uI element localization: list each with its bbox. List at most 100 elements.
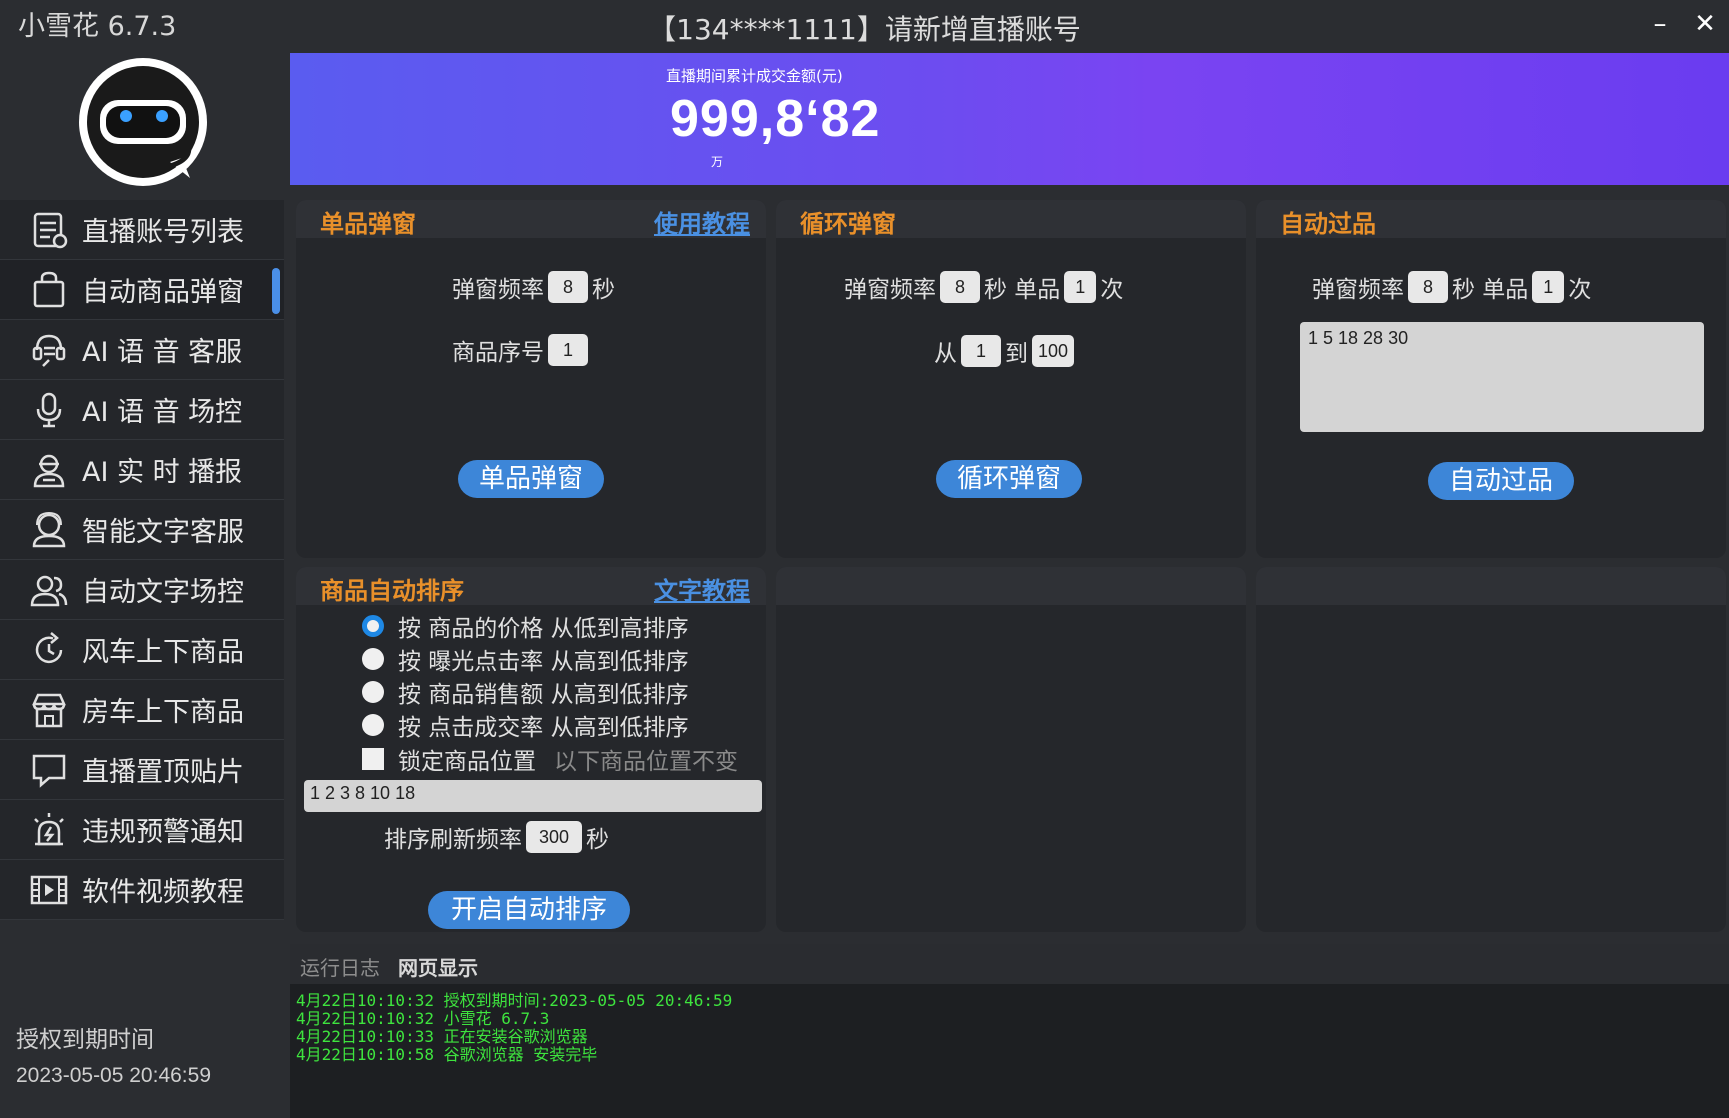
count-input[interactable]: 1 [1532,271,1565,303]
radio-button[interactable] [362,615,384,637]
freq-row: 弹窗频率 8 秒 [452,270,615,304]
minimize-button[interactable]: – [1640,6,1680,42]
sidebar-item-label: AI 实 时 播报 [82,457,243,488]
sort-option-conversion[interactable]: 按 点击成交率 从高到低排序 [362,708,689,742]
sec-label: 秒 [586,827,609,853]
shopping-bag-icon [28,269,70,311]
option-label: 按 商品销售额 从高到低排序 [398,682,689,708]
text-tutorial-link[interactable]: 文字教程 [654,571,750,606]
sidebar-item-label: 自动文字场控 [82,577,244,608]
to-label: 到 [1005,341,1028,367]
option-label: 按 商品的价格 从低到高排序 [398,616,689,642]
log-line: 4月22日10:10:33 正在安装谷歌浏览器 [296,1027,588,1046]
to-input[interactable]: 100 [1032,335,1074,367]
video-icon [28,869,70,911]
product-list-input[interactable]: 1 5 18 28 30 [1300,322,1704,432]
sec-single-label: 秒 单品 [984,277,1061,303]
sidebar-item-ai-voice-control[interactable]: AI 语 音 场控 [0,380,284,440]
sidebar-item-text-control[interactable]: 自动文字场控 [0,560,284,620]
checkbox[interactable] [362,748,384,770]
tutorial-link[interactable]: 使用教程 [654,204,750,239]
radio-button[interactable] [362,648,384,670]
active-indicator [272,268,280,314]
empty-panel-right [1256,567,1726,932]
lock-label: 锁定商品位置 [398,749,536,775]
freq-label: 弹窗频率 [844,277,936,303]
range-row: 从 1 到 100 [934,334,1078,368]
freq-input[interactable]: 8 [548,271,588,303]
sidebar-item-ai-broadcast[interactable]: AI 实 时 播报 [0,440,284,500]
lock-hint: 以下商品位置不变 [554,749,738,775]
comment-icon [28,749,70,791]
sort-option-sales[interactable]: 按 商品销售额 从高到低排序 [362,675,689,709]
empty-panel-middle [776,567,1246,932]
panel-header: 商品自动排序 文字教程 [296,567,766,605]
index-input[interactable]: 1 [548,334,588,366]
times-label: 次 [1568,277,1592,303]
panel-title: 商品自动排序 [320,577,464,605]
log-line: 4月22日10:10:32 小雪花 6.7.3 [296,1009,550,1028]
log-panel: 运行日志 网页显示 4月22日10:10:32 授权到期时间:2023-05-0… [290,944,1729,1118]
banner-caption: 直播期间累计成交金额(元) [666,67,843,85]
sidebar-item-text-service[interactable]: 智能文字客服 [0,500,284,560]
list-icon [28,209,70,251]
freq-label: 弹窗频率 [452,277,544,303]
sidebar-item-auto-popup[interactable]: 自动商品弹窗 [0,260,284,320]
sidebar-item-ai-voice-service[interactable]: AI 语 音 客服 [0,320,284,380]
auto-pass-panel: 自动过品 弹窗频率 8 秒 单品 1 次 1 5 18 28 30 自动过品 [1256,200,1726,558]
freq-input[interactable]: 8 [940,271,980,303]
auto-sort-panel: 商品自动排序 文字教程 按 商品的价格 从低到高排序 按 曝光点击率 从高到低排… [296,567,766,932]
sidebar-item-label: 自动商品弹窗 [82,277,244,308]
sidebar-item-label: 风车上下商品 [82,637,244,668]
radio-button[interactable] [362,681,384,703]
tab-run-log[interactable]: 运行日志 [300,952,380,981]
sec-label: 秒 [592,277,615,303]
sidebar-item-label: AI 语 音 客服 [82,337,243,368]
freq-label: 弹窗频率 [1312,277,1404,303]
sidebar-nav: 直播账号列表 自动商品弹窗 AI 语 音 客服 AI 语 音 场控 AI 实 时… [0,200,284,920]
sidebar-item-rv-goods[interactable]: 房车上下商品 [0,680,284,740]
refresh-input[interactable]: 300 [526,821,582,853]
loop-popup-button[interactable]: 循环弹窗 [936,460,1082,498]
sidebar-item-label: 房车上下商品 [82,697,244,728]
panel-header: 单品弹窗 使用教程 [296,200,766,238]
close-button[interactable]: ✕ [1685,6,1725,42]
lock-position-option[interactable]: 锁定商品位置 以下商品位置不变 [362,742,738,776]
sec-single-label: 秒 单品 [1452,277,1529,303]
start-auto-sort-button[interactable]: 开启自动排序 [428,891,630,929]
sidebar: 直播账号列表 自动商品弹窗 AI 语 音 客服 AI 语 音 场控 AI 实 时… [0,50,284,1118]
auto-pass-button[interactable]: 自动过品 [1428,462,1574,500]
count-input[interactable]: 1 [1064,271,1097,303]
tab-web-display[interactable]: 网页显示 [398,952,478,981]
sidebar-item-video-tutorial[interactable]: 软件视频教程 [0,860,284,920]
log-line: 4月22日10:10:58 谷歌浏览器 安装完毕 [296,1045,598,1064]
panel-header [1256,567,1726,605]
sort-option-ctr[interactable]: 按 曝光点击率 从高到低排序 [362,642,689,676]
customer-service-icon [28,509,70,551]
alarm-icon [28,809,70,851]
panel-header: 循环弹窗 [776,200,1246,238]
microphone-icon [28,389,70,431]
store-icon [28,689,70,731]
sort-option-price[interactable]: 按 商品的价格 从低到高排序 [362,609,689,643]
sidebar-item-account-list[interactable]: 直播账号列表 [0,200,284,260]
from-input[interactable]: 1 [961,335,1001,367]
sidebar-item-label: 智能文字客服 [82,517,244,548]
index-row: 商品序号 1 [452,333,592,367]
single-popup-button[interactable]: 单品弹窗 [458,460,604,498]
license-value: 2023-05-05 20:46:59 [16,1064,211,1087]
sidebar-item-label: 违规预警通知 [82,817,244,848]
locked-products-input[interactable]: 1 2 3 8 10 18 [304,780,762,812]
panel-title: 单品弹窗 [320,210,416,238]
anchor-icon [28,449,70,491]
banner-value: 999,8‘82 [670,90,881,148]
sidebar-item-label: 软件视频教程 [82,877,244,908]
banner-unit: 万 [711,155,724,169]
sidebar-item-label: 直播账号列表 [82,217,244,248]
sidebar-item-pin-sticker[interactable]: 直播置顶贴片 [0,740,284,800]
radio-button[interactable] [362,714,384,736]
sidebar-item-violation-alert[interactable]: 违规预警通知 [0,800,284,860]
refresh-label: 排序刷新频率 [384,827,522,853]
freq-input[interactable]: 8 [1408,271,1448,303]
sidebar-item-windmill-goods[interactable]: 风车上下商品 [0,620,284,680]
